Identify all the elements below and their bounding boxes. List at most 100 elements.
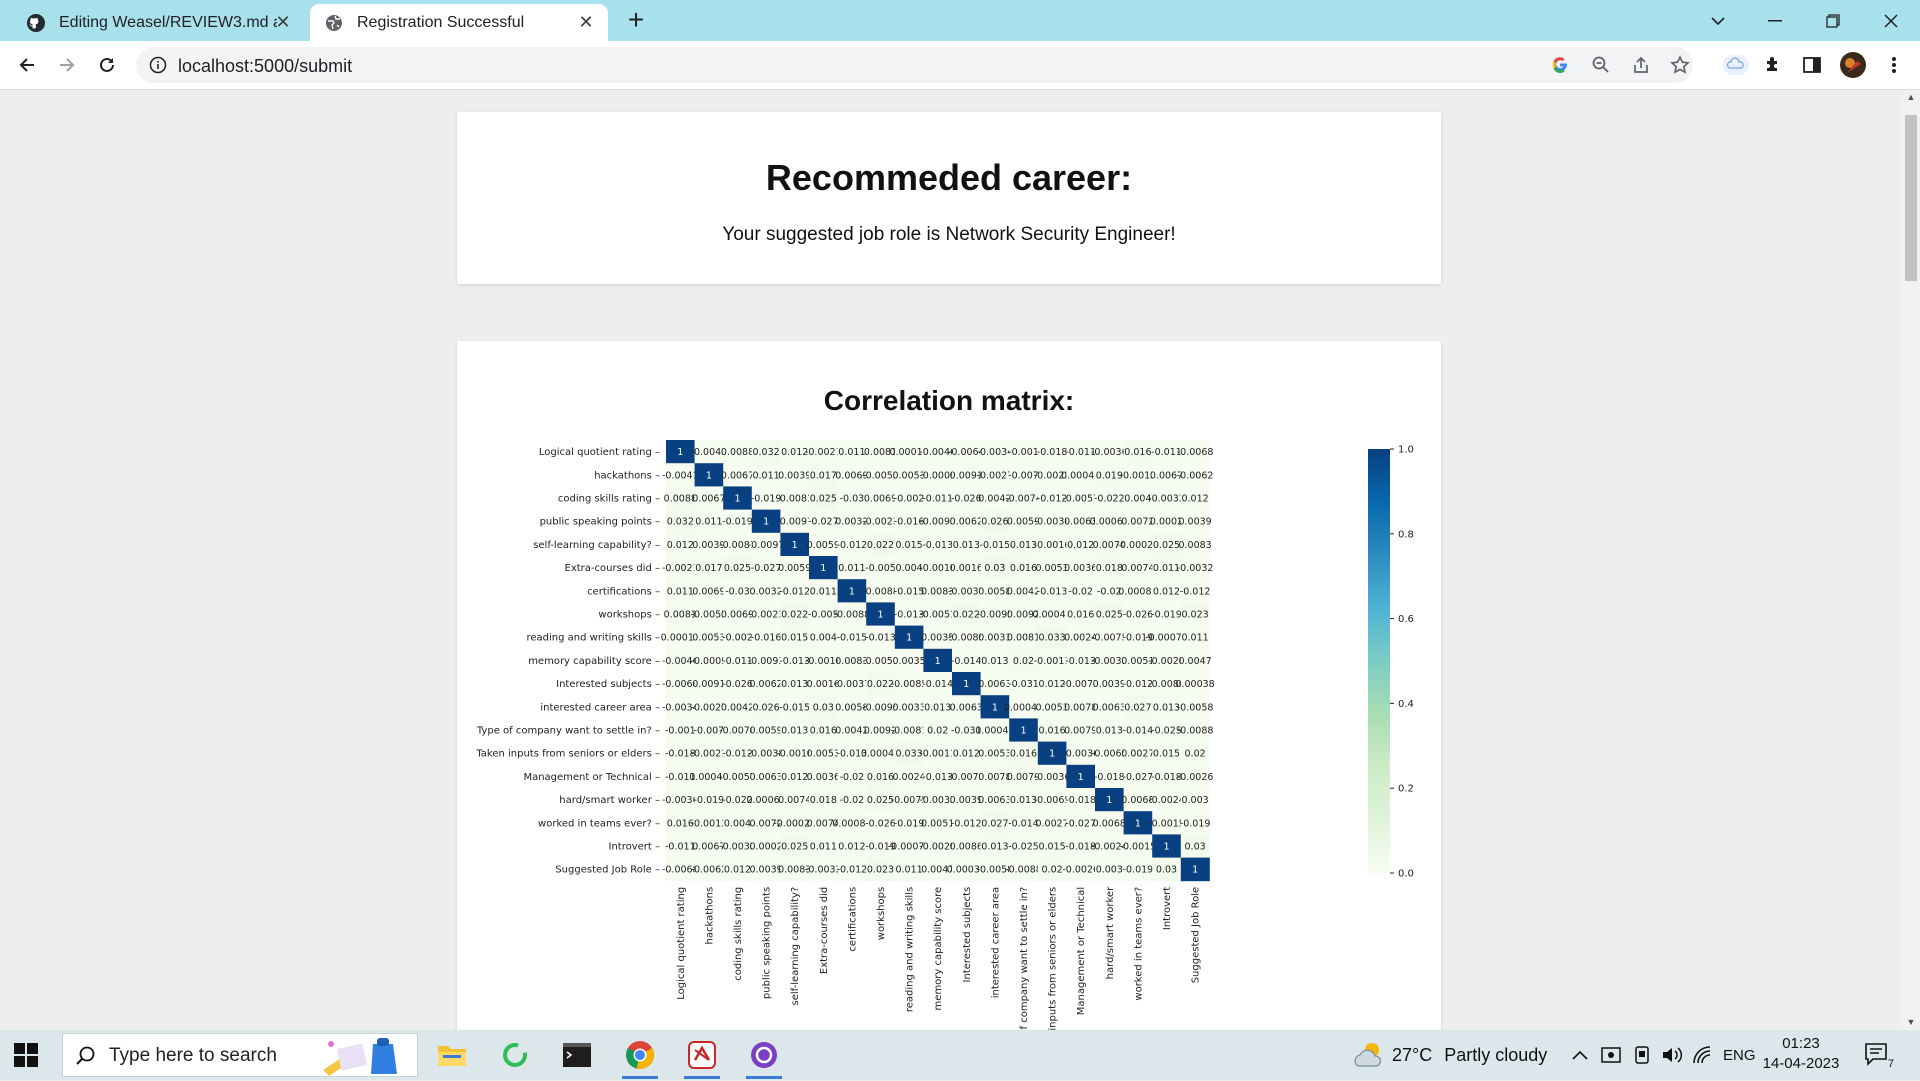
heatmap-cell-label: -0.015 xyxy=(980,540,1011,551)
heatmap-cell-label: -0.027 xyxy=(808,517,839,528)
chrome-icon[interactable] xyxy=(616,1035,664,1079)
colorbar-tick-label: 0.8 xyxy=(1398,529,1414,540)
heatmap-cell-label: -0.019 xyxy=(1123,865,1154,876)
back-button[interactable] xyxy=(13,51,41,79)
browser-menu-icon[interactable] xyxy=(1882,53,1906,77)
meet-now-icon[interactable] xyxy=(1600,1030,1622,1080)
heatmap-cell-label: 0.012 xyxy=(838,842,865,853)
tab-editing-review[interactable]: Editing Weasel/REVIEW3.md at m ✕ xyxy=(10,4,305,41)
heatmap-cell-label: 0.023 xyxy=(1181,610,1208,621)
heatmap-cell-label: 0.0074 xyxy=(778,795,811,806)
row-tick-label: Extra-courses did – xyxy=(565,563,660,574)
scroll-down-icon[interactable]: ▼ xyxy=(1906,1018,1916,1027)
system-clock[interactable]: 01:23 14-04-2023 xyxy=(1755,1034,1847,1074)
extension-cloud-icon[interactable] xyxy=(1721,53,1751,77)
taskbar-search[interactable]: Type here to search xyxy=(62,1033,418,1077)
heatmap-cell-label: -0.0088 xyxy=(1177,726,1214,737)
search-icon xyxy=(75,1045,97,1067)
heatmap-cell-label: -0.026 xyxy=(951,494,982,505)
heatmap-cell-label: 0.0079 xyxy=(1064,726,1097,737)
zoom-icon[interactable] xyxy=(1591,55,1611,75)
heatmap-cell-label: 0.013 xyxy=(981,842,1008,853)
scrollbar-thumb[interactable] xyxy=(1905,115,1917,281)
device-icon[interactable] xyxy=(1632,1030,1652,1080)
heatmap-cell-label: 1 xyxy=(1106,795,1112,806)
scroll-up-icon[interactable]: ▲ xyxy=(1906,93,1916,102)
row-tick-label: self-learning capability? – xyxy=(533,540,660,551)
heatmap-cell-label: 0.016 xyxy=(867,772,894,783)
network-icon[interactable] xyxy=(1692,1030,1714,1080)
site-info-icon[interactable] xyxy=(148,55,168,75)
heatmap-cell-label: 0.025 xyxy=(1153,540,1180,551)
close-window-button[interactable] xyxy=(1868,0,1914,41)
heatmap-cell-label: -0.0032 xyxy=(1177,563,1214,574)
colorbar-tick-label: 0.4 xyxy=(1398,699,1414,710)
google-lens-icon[interactable] xyxy=(1550,55,1570,75)
address-bar[interactable]: localhost:5000/submit xyxy=(136,47,1693,83)
heatmap-cell-label: -0.012 xyxy=(837,540,868,551)
tab-registration-successful[interactable]: Registration Successful ✕ xyxy=(310,4,608,41)
windows-start-icon[interactable] xyxy=(14,1043,38,1067)
volume-icon[interactable] xyxy=(1661,1030,1683,1080)
heatmap-cell-label: -0.0016 xyxy=(1034,540,1071,551)
heatmap-cell-label: 0.0042 xyxy=(721,702,754,713)
app-red-icon[interactable] xyxy=(678,1035,726,1079)
heatmap-cell-label: -0.002 xyxy=(722,633,753,644)
forward-button[interactable] xyxy=(53,51,81,79)
heatmap-cell-label: 1 xyxy=(820,563,826,574)
heatmap-cell-label: 0.003 xyxy=(1181,795,1208,806)
row-tick-label: Interested subjects – xyxy=(556,679,660,690)
heatmap-cell-label: 0.00087 xyxy=(1118,586,1157,597)
column-tick-label: certifications xyxy=(847,887,858,952)
heatmap-cell-label: -0.014 xyxy=(922,679,953,690)
heatmap-cell-label: 0.023 xyxy=(867,865,894,876)
row-tick-label: hackathons – xyxy=(594,470,660,481)
language-indicator[interactable]: ENG xyxy=(1723,1030,1756,1080)
side-panel-icon[interactable] xyxy=(1800,53,1824,77)
heatmap-cell-label: -0.0036 xyxy=(1034,772,1071,783)
row-tick-label: workshops – xyxy=(598,610,660,621)
column-tick-label: coding skills rating xyxy=(733,887,744,981)
show-hidden-icons[interactable] xyxy=(1571,1030,1589,1080)
heatmap-cell-label: -0.0058 xyxy=(1177,702,1214,713)
heatmap-cell-label: -0.0026 xyxy=(1062,865,1099,876)
tab-search-icon[interactable] xyxy=(1695,0,1741,41)
heatmap-cell-label: 0.0059 xyxy=(778,563,811,574)
share-icon[interactable] xyxy=(1631,55,1651,75)
file-explorer-icon[interactable] xyxy=(428,1035,476,1075)
notifications-button[interactable]: 7 xyxy=(1864,1030,1894,1080)
extensions-puzzle-icon[interactable] xyxy=(1761,53,1785,77)
new-tab-button[interactable]: + xyxy=(622,6,650,34)
profile-avatar[interactable] xyxy=(1839,51,1867,79)
heatmap-cell-label: -0.027 xyxy=(751,563,782,574)
reload-button[interactable] xyxy=(93,51,121,79)
page-scrollbar[interactable]: ▲ ▼ xyxy=(1902,90,1920,1030)
heatmap-cell-label: 0.003 xyxy=(1096,865,1123,876)
column-tick-label: hard/smart worker xyxy=(1105,886,1116,979)
heatmap-cell-label: 0.0033 xyxy=(892,702,925,713)
restore-button[interactable] xyxy=(1810,0,1856,41)
heatmap-cell-label: -0.013 xyxy=(1037,586,1068,597)
heatmap-cell-label: 0.0063 xyxy=(978,679,1011,690)
terminal-icon[interactable] xyxy=(553,1035,601,1075)
heatmap-cell-label: 0.022 xyxy=(781,610,808,621)
heatmap-cell-label: -0.015 xyxy=(894,586,925,597)
heatmap-cell-label: 0.011 xyxy=(838,563,865,574)
notification-count: 7 xyxy=(1887,1058,1894,1070)
weather-widget[interactable]: 27°C Partly cloudy xyxy=(1352,1030,1547,1080)
minimize-button[interactable] xyxy=(1752,0,1798,41)
heatmap-cell-label: 0.027 xyxy=(981,818,1008,829)
heatmap-cell-label: 1 xyxy=(1078,772,1084,783)
close-tab-icon[interactable]: ✕ xyxy=(576,12,596,32)
heatmap-cell-label: -0.012 xyxy=(779,586,810,597)
github-desktop-icon[interactable] xyxy=(740,1035,788,1079)
refresh-app-icon[interactable] xyxy=(491,1035,539,1075)
heatmap-cell-label: 0.0047 xyxy=(1178,656,1211,667)
heatmap-cell-label: 0.016 xyxy=(810,726,837,737)
bookmark-star-icon[interactable] xyxy=(1670,55,1690,75)
close-tab-icon[interactable]: ✕ xyxy=(273,12,293,32)
heatmap-cell-label: 0.015 xyxy=(895,540,922,551)
heatmap-cell-label: 0.025 xyxy=(810,494,837,505)
recommendation-card: Recommeded career: Your suggested job ro… xyxy=(457,112,1441,284)
heatmap-cell-label: 0.00042 xyxy=(861,749,900,760)
